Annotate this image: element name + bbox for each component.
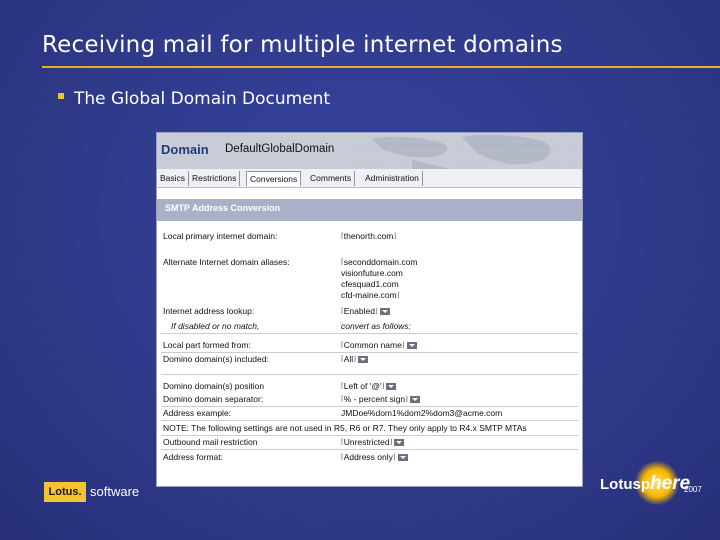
local-part-label: Local part formed from: [163,340,251,350]
lotusphere-year: 2007 [684,485,702,494]
lotusphere-logo: Lotusphere 2007 [600,461,710,505]
lookup-label: Internet address lookup: [163,306,255,316]
domain-position-label: Domino domain(s) position [163,381,265,391]
tab-restrictions[interactable]: Restrictions [189,171,241,186]
bullet-text: The Global Domain Document [74,89,331,109]
domains-included-label: Domino domain(s) included: [163,354,269,364]
primary-domain-field[interactable]: ⌈thenorth.com⌋ [341,231,396,242]
row-divider [161,406,578,407]
lookup-select[interactable]: ⌈Enabled⌋ [341,306,390,317]
address-example-label: Address example: [163,408,232,418]
row-divider [161,333,578,334]
domain-separator-label: Domino domain separator: [163,394,264,404]
dropdown-arrow-icon[interactable] [379,308,390,316]
slide-title: Receiving mail for multiple internet dom… [42,32,563,58]
note-text: NOTE: The following settings are not use… [163,423,527,433]
dropdown-arrow-icon[interactable] [406,342,417,350]
bullet-item: The Global Domain Document [58,89,330,109]
section-header: SMTP Address Conversion [157,199,582,221]
lotus-logo-box: Lotus. [44,482,86,502]
tab-basics[interactable]: Basics [157,171,190,186]
tab-bar: Basics Restrictions Conversions Comments… [157,169,582,188]
row-divider [161,352,578,353]
tab-administration[interactable]: Administration [362,171,423,186]
address-example-value: JMDoe%dom1%dom2%dom3@acme.com [341,408,503,418]
lotus-logo-text: software [90,484,140,499]
section-title: SMTP Address Conversion [165,203,281,213]
outbound-label: Outbound mail restriction [163,437,258,447]
row-divider [161,435,578,436]
row-divider [161,374,578,375]
outbound-select[interactable]: ⌈Unrestricted⌋ [341,437,405,448]
document-type-label: Domain [161,142,209,157]
local-part-select[interactable]: ⌈Common name⌋ [341,340,417,351]
primary-domain-label: Local primary internet domain: [163,231,278,241]
domain-position-select[interactable]: ⌈Left of '@'⌋ [341,381,397,392]
aliases-field[interactable]: ⌈seconddomain.com visionfuture.com cfesq… [341,257,417,301]
lotusphere-wordmark: Lotusphere [600,473,691,494]
dropdown-arrow-icon[interactable] [394,439,405,447]
lookup-note-label: If disabled or no match, [171,321,260,331]
domain-name: DefaultGlobalDomain [225,143,335,155]
domain-document-screenshot: Domain DefaultGlobalDomain Basics Restri… [156,132,583,487]
dropdown-arrow-icon[interactable] [386,383,397,391]
dropdown-arrow-icon[interactable] [357,356,368,364]
dropdown-arrow-icon[interactable] [397,454,408,462]
aliases-label: Alternate Internet domain aliases: [163,257,290,267]
lookup-note-value: convert as follows: [341,321,411,331]
row-divider [161,420,578,421]
world-map-graphic [352,133,582,169]
bullet-square-icon [58,93,64,99]
dropdown-arrow-icon[interactable] [409,396,420,404]
address-format-label: Address format: [163,452,223,462]
row-divider [161,449,578,450]
title-underline [42,66,720,68]
document-header: Domain DefaultGlobalDomain [157,133,582,169]
domains-included-select[interactable]: ⌈All⌋ [341,354,368,365]
domain-separator-select[interactable]: ⌈% - percent sign⌋ [341,394,420,405]
address-format-select[interactable]: ⌈Address only⌋ [341,452,408,463]
tab-conversions[interactable]: Conversions [246,171,302,186]
tab-comments[interactable]: Comments [307,171,356,186]
